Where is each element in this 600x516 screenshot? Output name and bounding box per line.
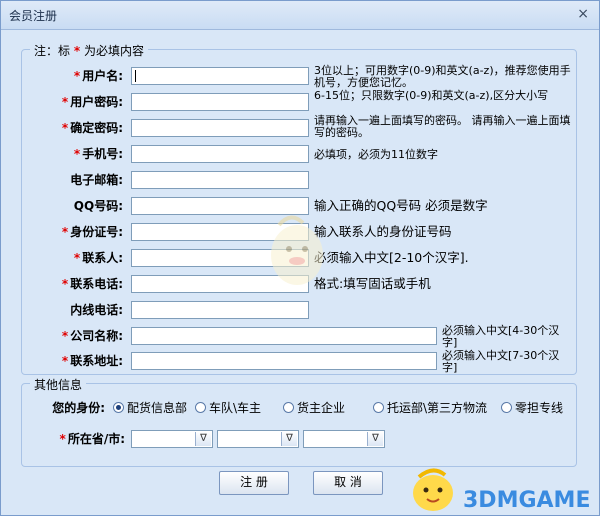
- note-star: *: [73, 44, 81, 58]
- required-note: 注：标 * 为必填内容: [30, 42, 148, 59]
- extension-input[interactable]: [131, 301, 309, 319]
- address-hint: 必须输入中文[7-30个汉字]: [442, 349, 560, 374]
- radio-icon: [283, 402, 294, 413]
- extension-label: 内线电话:: [70, 303, 123, 317]
- identity-option-4[interactable]: 零担专线: [501, 399, 563, 416]
- note-prefix: 注：标: [34, 44, 71, 58]
- mobile-label: * 手机号:: [73, 147, 123, 161]
- cancel-button[interactable]: 取 消: [313, 471, 383, 495]
- username-hint: 3位以上；可用数字(0-9)和英文(a-z)，推荐您使用手机号，方便您记忆。: [314, 64, 571, 89]
- company-hint: 必须输入中文[4-30个汉字]: [442, 324, 560, 349]
- confirm-password-hint: 请再输入一遍上面填写的密码。 请再输入一遍上面填写的密码。: [314, 114, 571, 139]
- note-suffix: 为必填内容: [83, 44, 144, 58]
- identity-radio-group: 配货信息部 车队\车主 货主企业 托运部\第三方物流 零担专线: [51, 399, 581, 417]
- password-hint: 6-15位；只限数字(0-9)和英文(a-z),区分大小写: [314, 89, 549, 102]
- site-watermark: 3DMGAME: [463, 488, 591, 513]
- username-label: * 用户名:: [73, 69, 123, 83]
- district-select[interactable]: ∇: [303, 430, 385, 448]
- phone-hint: 格式:填写固话或手机: [314, 276, 431, 291]
- email-label: 电子邮箱:: [70, 173, 123, 187]
- radio-selected-icon: [113, 402, 124, 413]
- identity-option-3[interactable]: 托运部\第三方物流: [373, 399, 487, 416]
- radio-icon: [195, 402, 206, 413]
- identity-option-0[interactable]: 配货信息部: [113, 399, 187, 416]
- address-label: * 联系地址:: [61, 354, 123, 368]
- title-bar: 会员注册 ×: [1, 1, 599, 30]
- confirm-password-input[interactable]: [131, 119, 309, 137]
- window-title: 会员注册: [9, 9, 58, 23]
- identity-option-2[interactable]: 货主企业: [283, 399, 345, 416]
- password-input[interactable]: [131, 93, 309, 111]
- phone-label: * 联系电话:: [61, 277, 123, 291]
- contact-label: * 联系人:: [73, 251, 123, 265]
- close-icon[interactable]: ×: [577, 6, 589, 22]
- id-card-label: * 身份证号:: [61, 225, 123, 239]
- qq-hint: 输入正确的QQ号码 必须是数字: [314, 198, 488, 213]
- province-select[interactable]: ∇: [131, 430, 213, 448]
- company-label: * 公司名称:: [61, 329, 123, 343]
- company-input[interactable]: [131, 327, 437, 345]
- radio-icon: [373, 402, 384, 413]
- mobile-hint: 必填项，必须为11位数字: [314, 148, 438, 161]
- radio-icon: [501, 402, 512, 413]
- password-label: * 用户密码:: [61, 95, 123, 109]
- address-input[interactable]: [131, 352, 437, 370]
- confirm-password-label: * 确定密码:: [61, 121, 123, 135]
- contact-hint: 必须输入中文[2-10个汉字].: [314, 250, 469, 265]
- city-select[interactable]: ∇: [217, 430, 299, 448]
- logo-mascot-icon: [413, 468, 453, 511]
- other-info-group: 其他信息: [21, 376, 577, 467]
- chevron-down-icon[interactable]: ∇: [367, 432, 383, 446]
- username-input[interactable]: [131, 67, 309, 85]
- identity-option-1[interactable]: 车队\车主: [195, 399, 261, 416]
- register-dialog: 会员注册 × 注：标 * 为必填内容 * 用户名: 3位以上；可用数字(0-9)和…: [0, 0, 600, 516]
- other-info-legend: 其他信息: [30, 376, 87, 393]
- chevron-down-icon[interactable]: ∇: [195, 432, 211, 446]
- chevron-down-icon[interactable]: ∇: [281, 432, 297, 446]
- mascot-watermark-image: [271, 215, 323, 285]
- register-button[interactable]: 注 册: [219, 471, 289, 495]
- id-card-hint: 输入联系人的身份证号码: [314, 224, 452, 239]
- mobile-input[interactable]: [131, 145, 309, 163]
- email-input[interactable]: [131, 171, 309, 189]
- required-star: *: [73, 69, 81, 83]
- region-label: * 所在省/市:: [59, 432, 125, 446]
- qq-label: QQ号码:: [73, 199, 123, 213]
